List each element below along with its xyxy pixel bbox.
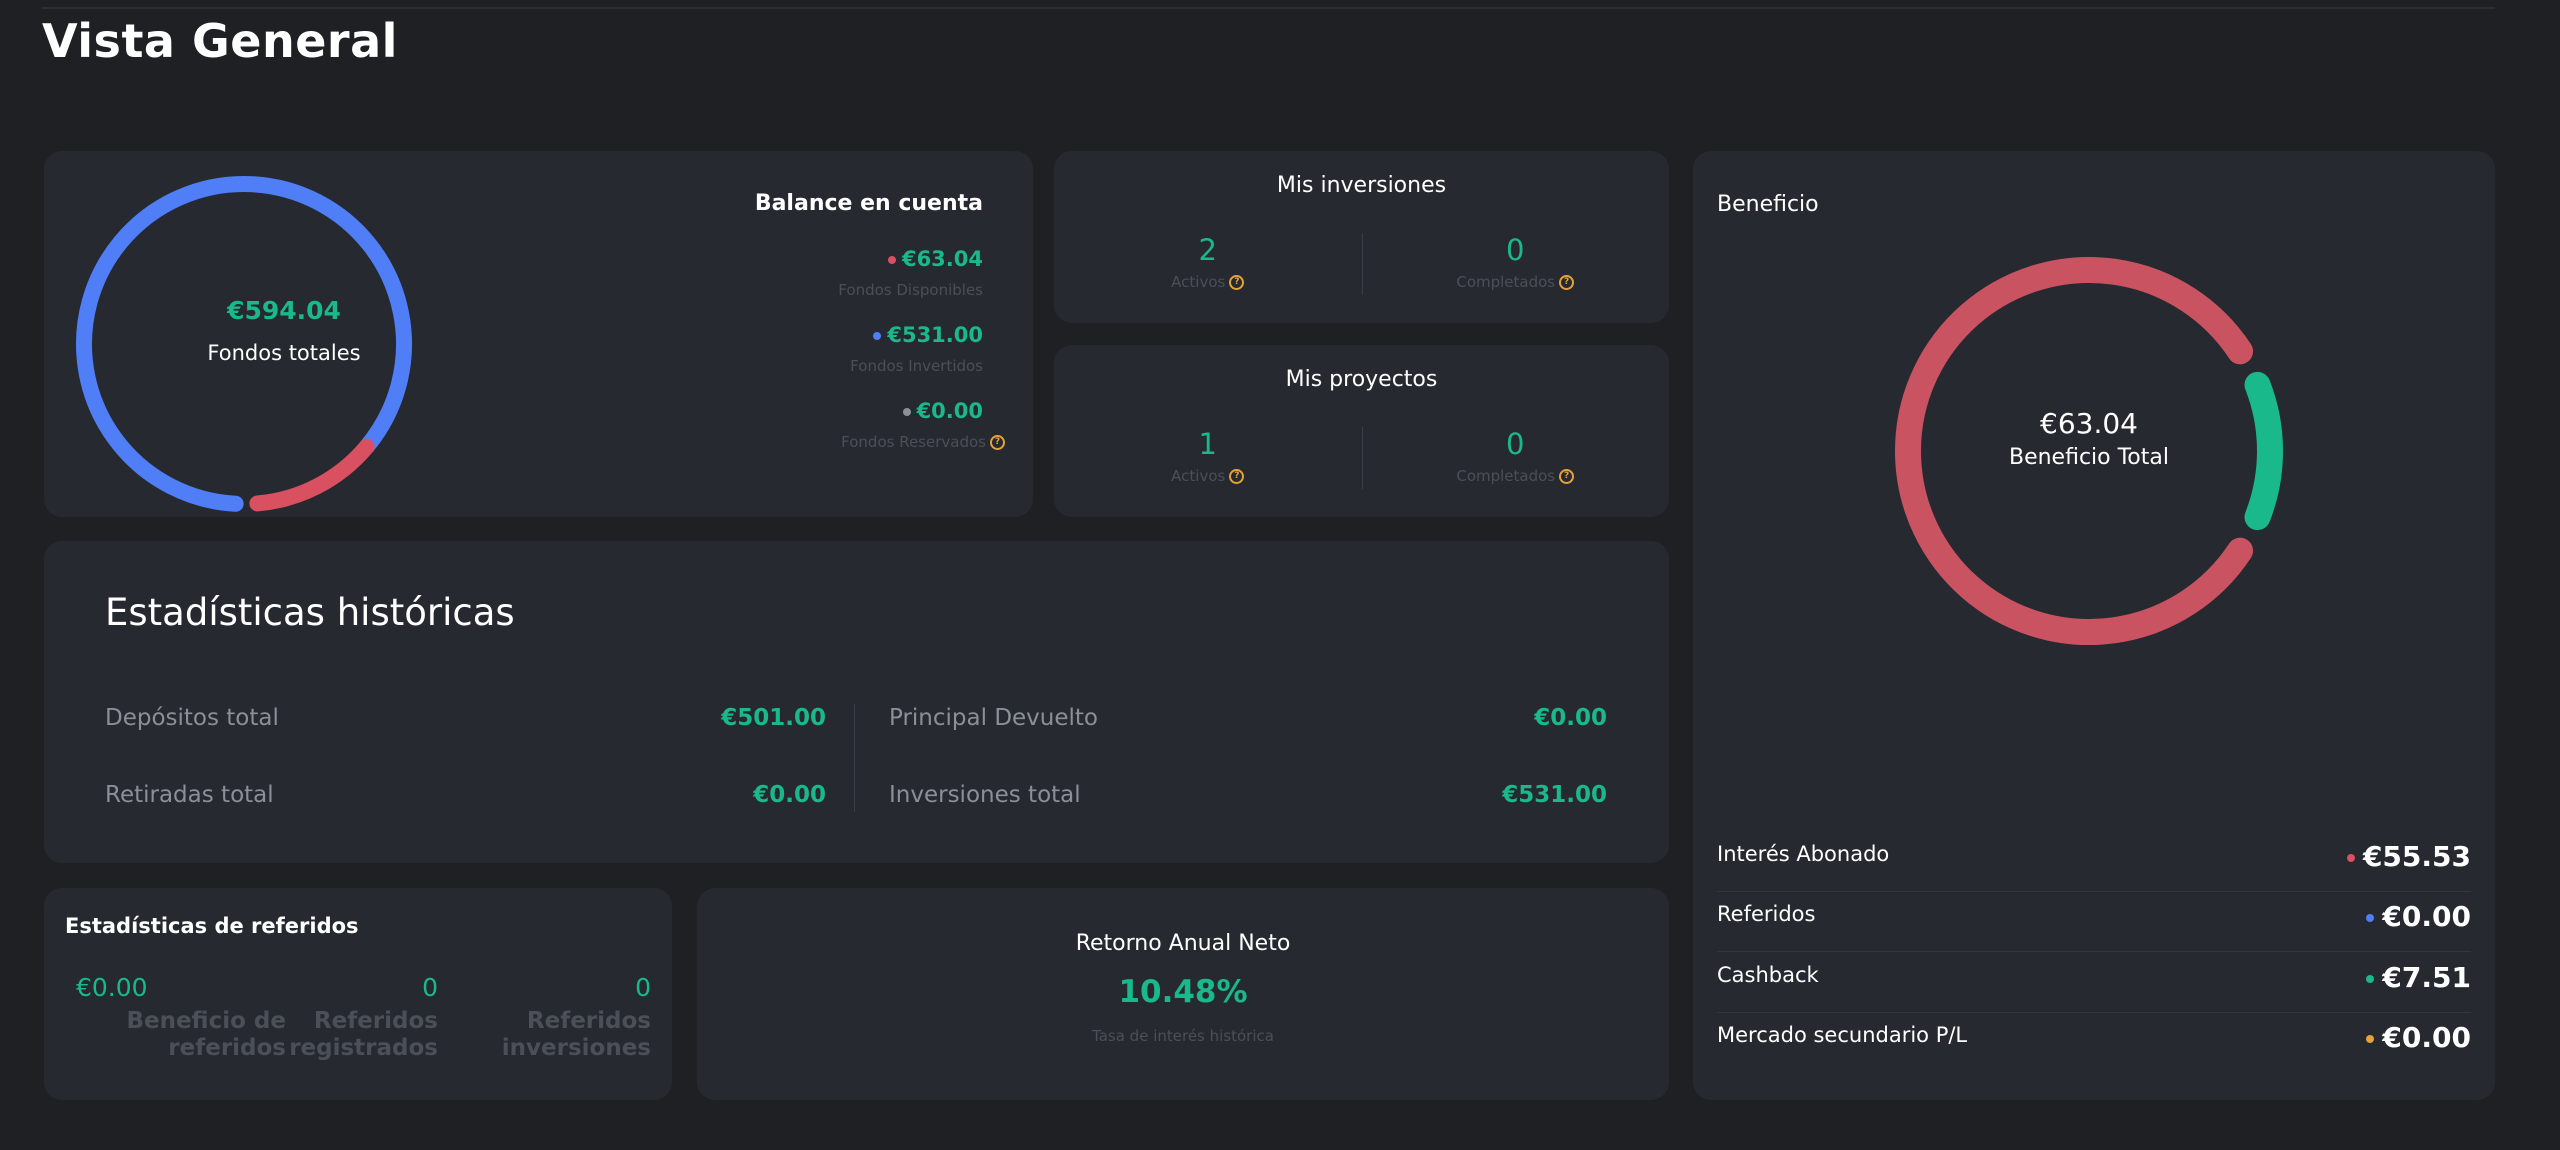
referral-profit-label-line2: referidos [168,1035,286,1061]
referral-profit-value: €0.00 [76,973,148,1002]
referral-stats-card: Estadísticas de referidos €0.00 Benefici… [44,888,672,1100]
annual-return-label: Tasa de interés histórica [1092,1027,1274,1045]
help-icon[interactable]: ? [1229,275,1245,290]
referrals-label: Referidos [1717,902,1816,926]
reserved-label: Fondos Reservados [841,433,986,451]
projects-active-label: Activos [1171,467,1226,485]
list-item: Mercado secundario P/L €0.00 [1717,1013,2471,1073]
referral-stats-title: Estadísticas de referidos [65,914,359,938]
referrals-investments-label-line1: Referidos [526,1008,651,1034]
list-item: Interés Abonado €55.53 [1717,832,2471,892]
deposits-label: Depósitos total [105,705,279,731]
historical-stats-card: Estadísticas históricas Depósitos total … [44,541,1669,863]
cashback-value: €7.51 [2382,961,2471,994]
deposits-value: €501.00 [721,705,826,731]
principal-returned-value: €0.00 [1534,705,1607,731]
annual-return-title: Retorno Anual Neto [1075,931,1291,956]
blue-dot-icon [2366,914,2375,922]
investments-active-count: 2 [1198,233,1217,267]
help-icon[interactable]: ? [1559,275,1575,290]
invested-amount: €531.00 [887,323,983,347]
interest-value: €55.53 [2362,840,2471,873]
available-amount: €63.04 [901,247,983,271]
page-title: Vista General [42,14,398,68]
investments-title: Mis inversiones [1276,173,1447,198]
projects-completed: 0 Completados? [1362,427,1670,485]
help-icon[interactable]: ? [1559,469,1575,484]
help-icon[interactable]: ? [1229,469,1245,484]
annual-return-card: Retorno Anual Neto 10.48% Tasa de interé… [697,888,1669,1100]
secondary-market-value: €0.00 [2382,1021,2471,1054]
referrals-registered-label-line2: registrados [289,1035,438,1061]
investments-total-value: €531.00 [1502,782,1607,808]
divider [854,704,855,812]
referrals-value: €0.00 [2382,900,2471,933]
orange-dot-icon [2366,1035,2375,1043]
cashback-label: Cashback [1717,963,1819,987]
profit-total-amount: €63.04 [2040,407,2138,440]
principal-returned-label: Principal Devuelto [889,705,1098,731]
investments-completed: 0 Completados? [1362,233,1670,291]
projects-card: Mis proyectos 1 Activos? 0 Completados? [1054,345,1669,517]
referrals-registered-value: 0 [422,973,438,1002]
red-dot-icon [2346,854,2355,862]
interest-label: Interés Abonado [1717,842,1890,866]
annual-return-value: 10.48% [1118,974,1248,1010]
list-item: Cashback €7.51 [1717,953,2471,1013]
withdrawals-value: €0.00 [753,782,826,808]
referrals-investments-value: 0 [635,973,651,1002]
referral-profit-label-line1: Beneficio de [126,1008,286,1034]
blue-dot-icon [873,332,882,340]
projects-completed-label: Completados [1456,467,1556,485]
profit-title: Beneficio [1717,192,1819,217]
available-arc [249,438,375,512]
reserved-funds: €0.00 Fondos Reservados? [841,399,1005,451]
red-dot-icon [887,256,896,264]
green-dot-icon [2366,975,2375,983]
investments-active-label: Activos [1171,273,1226,291]
referrals-investments: 0 Referidos inversiones [501,973,651,1062]
available-label: Fondos Disponibles [838,281,983,299]
profit-total-label: Beneficio Total [2008,445,2169,470]
investments-completed-label: Completados [1456,273,1556,291]
invested-label: Fondos Invertidos [850,357,983,375]
balance-title: Balance en cuenta [754,191,983,216]
referrals-registered-label-line1: Referidos [313,1008,438,1034]
list-item: Referidos €0.00 [1717,892,2471,952]
gray-dot-icon [902,408,911,416]
projects-active: 1 Activos? [1054,427,1362,485]
projects-active-count: 1 [1198,427,1217,461]
total-funds-amount: €594.04 [227,296,341,325]
referral-profit: €0.00 Beneficio de referidos [76,973,286,1062]
investments-card: Mis inversiones 2 Activos? 0 Completados… [1054,151,1669,323]
historical-stats-title: Estadísticas históricas [105,591,515,634]
top-divider [42,7,2495,9]
projects-title: Mis proyectos [1285,367,1438,392]
investments-active: 2 Activos? [1054,233,1362,291]
help-icon[interactable]: ? [990,435,1005,450]
reserved-amount: €0.00 [916,399,983,423]
available-funds: €63.04 Fondos Disponibles [838,247,983,299]
withdrawals-label: Retiradas total [105,782,274,808]
referrals-investments-label-line2: inversiones [501,1035,651,1061]
secondary-market-label: Mercado secundario P/L [1717,1023,1968,1047]
total-funds-label: Fondos totales [207,341,361,365]
referrals-registered: 0 Referidos registrados [288,973,438,1062]
projects-completed-count: 0 [1506,427,1525,461]
investments-total-label: Inversiones total [889,782,1081,808]
balance-card: €594.04 Fondos totales Balance en cuenta… [44,151,1033,517]
investments-completed-count: 0 [1506,233,1525,267]
profit-card: Beneficio €63.04 Beneficio Total Interés… [1693,151,2495,1100]
invested-funds: €531.00 Fondos Invertidos [850,323,983,375]
